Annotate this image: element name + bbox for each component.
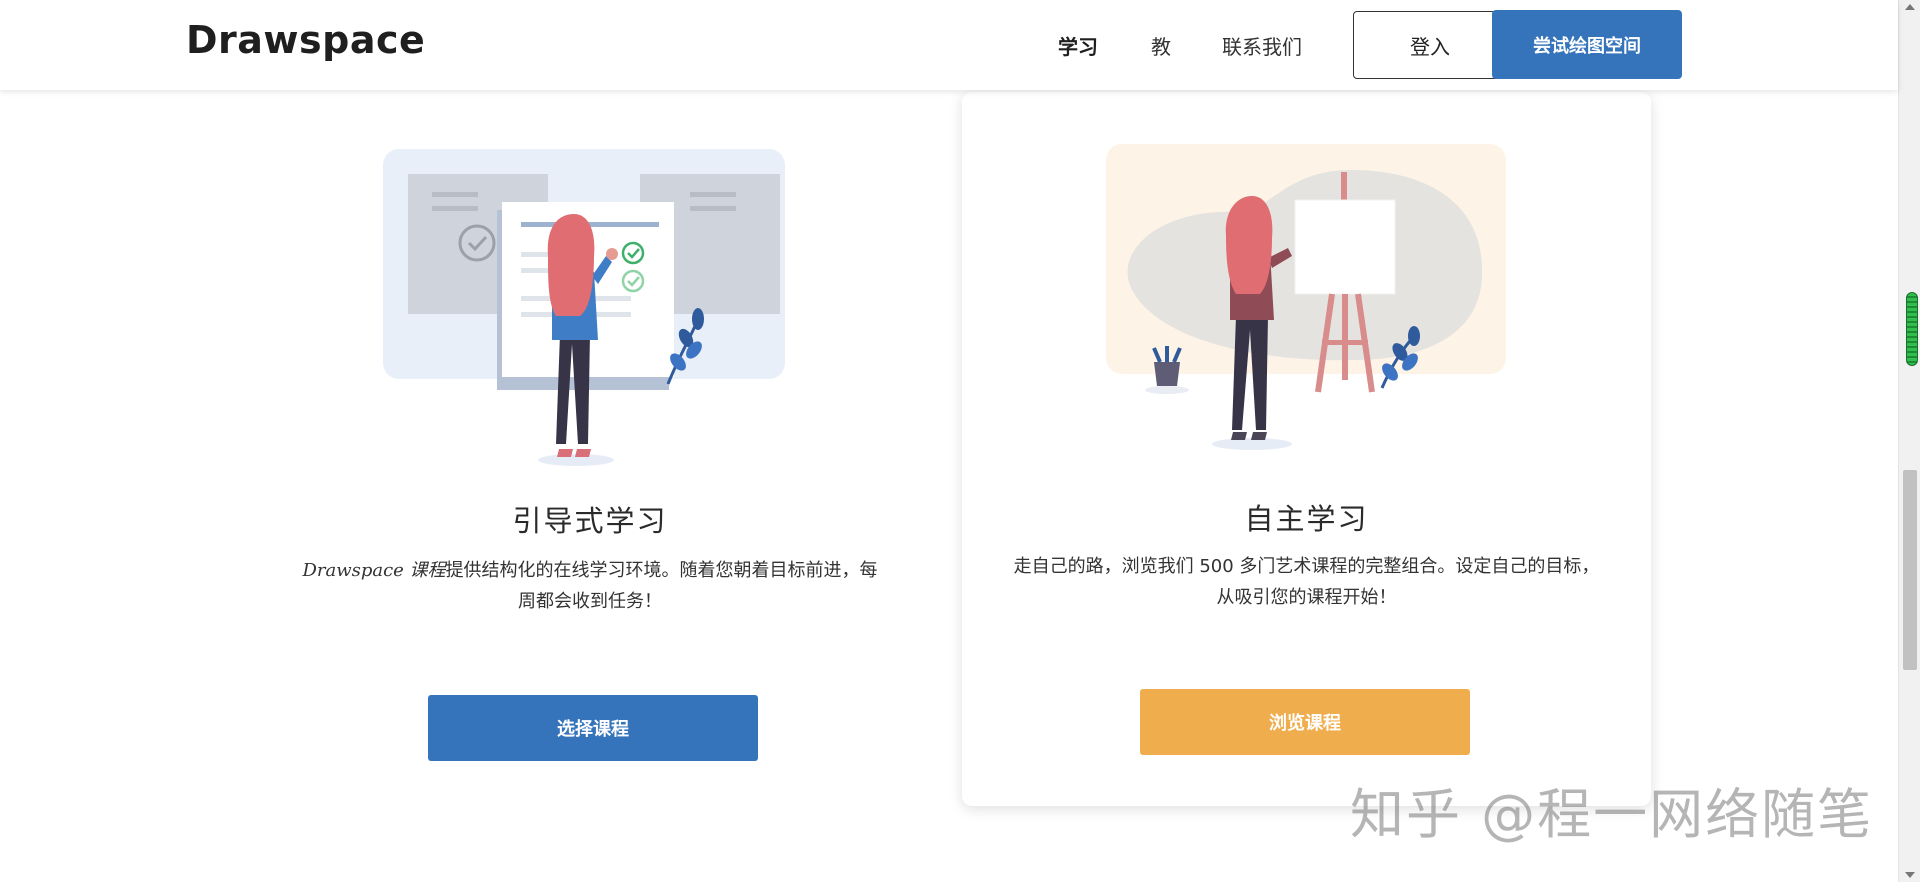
browse-courses-button[interactable]: 浏览课程 — [1140, 689, 1470, 755]
self-paced-learning-title: 自主学习 — [1244, 502, 1369, 536]
self-paced-learning-card: 自主学习 走自己的路，浏览我们 500 多门艺术课程的完整组合。设定自己的目标，… — [962, 92, 1651, 806]
nav-teach[interactable]: 教 — [1151, 31, 1171, 60]
try-drawspace-button[interactable]: 尝试绘图空间 — [1492, 10, 1682, 79]
scroll-up-arrow-icon[interactable] — [1905, 4, 1915, 10]
guided-learning-card: 引导式学习 Drawspace 课程提供结构化的在线学习环境。随着您朝着目标前进… — [290, 120, 890, 800]
nav-contact-us[interactable]: 联系我们 — [1222, 31, 1302, 60]
guided-learning-description-text: 提供结构化的在线学习环境。随着您朝着目标前进，每周都会收到任务！ — [445, 560, 878, 612]
nav-learn[interactable]: 学习 — [1058, 31, 1098, 60]
self-paced-learning-description: 走自己的路，浏览我们 500 多门艺术课程的完整组合。设定自己的目标，从吸引您的… — [1013, 556, 1600, 608]
login-button[interactable]: 登入 — [1353, 11, 1507, 79]
drawspace-course-brand: Drawspace 课程 — [302, 560, 446, 581]
guided-learning-title: 引导式学习 — [512, 504, 668, 538]
scrollbar-thumb[interactable] — [1903, 470, 1917, 670]
site-logo[interactable]: Drawspace — [186, 18, 425, 62]
side-widget-handle[interactable] — [1906, 292, 1918, 366]
top-navigation-bar: Drawspace 学习 教 联系我们 登入 尝试绘图空间 — [0, 0, 1898, 90]
vertical-scrollbar[interactable] — [1898, 0, 1920, 882]
watermark-text: 知乎 @程一网络随笔 — [1350, 783, 1874, 846]
choose-course-button[interactable]: 选择课程 — [428, 695, 758, 761]
self-paced-learning-illustration — [1106, 144, 1506, 450]
scroll-down-arrow-icon[interactable] — [1905, 872, 1915, 878]
guided-learning-description: Drawspace 课程提供结构化的在线学习环境。随着您朝着目标前进，每周都会收… — [296, 555, 884, 617]
guided-learning-illustration — [383, 149, 785, 466]
